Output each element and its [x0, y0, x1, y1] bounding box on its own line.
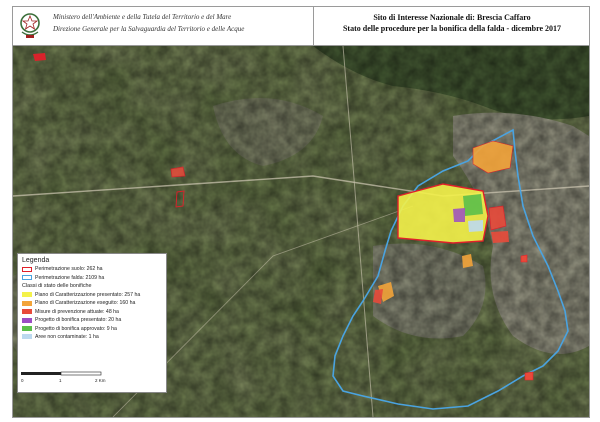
legend-swatch-characterization-executed [22, 300, 32, 306]
map-header: Ministero dell'Ambiente e della Tutela d… [13, 7, 589, 46]
scale-tick-2: 2 Km [95, 378, 106, 383]
legend-label-characterization-presented: Piano di Caratterizzazione presentato: 2… [35, 291, 141, 298]
legend-label-remediation-presented: Progetto di bonifica presentato: 20 ha [35, 317, 122, 324]
scale-segment-2 [60, 371, 102, 376]
legend-item-characterization-presented: Piano di Caratterizzazione presentato: 2… [18, 291, 166, 299]
legend-item-soil-perimeter: Perimetrazione suolo: 262 ha [18, 265, 166, 273]
ministry-line-1: Ministero dell'Ambiente e della Tutela d… [53, 13, 232, 21]
site-prevention-measures-b[interactable] [491, 231, 509, 243]
site-prevention-measures-a[interactable] [488, 205, 507, 231]
site-remediation-presented[interactable] [453, 208, 465, 222]
title-line-1: Sito di Interesse Nazionale di: Brescia … [373, 13, 531, 22]
legend-label-groundwater-perimeter: Perimetrazione falda: 2109 ha [35, 274, 105, 281]
map-frame: Ministero dell'Ambiente e della Tutela d… [12, 6, 590, 418]
scale-tick-1: 1 [59, 378, 62, 383]
legend-swatch-soil-perimeter [22, 266, 32, 272]
title-line-2: Stato delle procedure per la bonifica de… [342, 24, 562, 33]
soil-perimeter-patch-west-a[interactable] [170, 166, 186, 178]
legend-swatch-prevention-measures [22, 309, 32, 315]
site-remediation-approved[interactable] [463, 194, 483, 216]
legend-item-remediation-presented: Progetto di bonifica presentato: 20 ha [18, 316, 166, 324]
scale-bar: 0 1 2 Km [17, 366, 117, 388]
legend-title: Legenda [22, 257, 50, 264]
site-uncontaminated[interactable] [468, 220, 483, 232]
ministry-name: Ministero dell'Ambiente e della Tutela d… [53, 11, 293, 35]
header-divider [313, 7, 314, 45]
scale-tick-0: 0 [21, 378, 24, 383]
legend-swatch-uncontaminated [22, 334, 32, 340]
legend-label-uncontaminated: Aree non contaminate: 1 ha [35, 333, 99, 340]
ministry-line-2: Direzione Generale per la Salvaguardia d… [53, 25, 245, 33]
soil-perimeter-patch-northwest[interactable] [33, 53, 46, 61]
soil-perimeter-patch-east[interactable] [520, 254, 528, 263]
legend-swatch-groundwater-perimeter [22, 275, 32, 281]
legend-swatch-remediation-approved [22, 326, 32, 332]
italian-republic-emblem-icon [20, 13, 40, 38]
scale-segment-1 [21, 372, 61, 375]
legend-label-soil-perimeter: Perimetrazione suolo: 262 ha [35, 266, 103, 273]
legend-item-prevention-measures: Misure di prevenzione attuate: 48 ha [18, 308, 166, 316]
legend-swatch-remediation-presented [22, 317, 32, 323]
legend-label-remediation-approved: Progetto di bonifica approvato: 9 ha [35, 325, 117, 332]
legend-item-groundwater-perimeter: Perimetrazione falda: 2109 ha [18, 273, 166, 281]
soil-perimeter-patch-southeast[interactable] [524, 371, 534, 381]
legend-classes-title: Classi di stato delle bonifiche [22, 282, 92, 289]
legend-swatch-characterization-presented [22, 292, 32, 298]
legend-item-characterization-executed: Piano di Caratterizzazione eseguito: 160… [18, 299, 166, 307]
map-title: Sito di Interesse Nazionale di: Brescia … [315, 12, 589, 34]
scale-bar-graphic: 0 1 2 Km [21, 371, 106, 383]
satellite-map[interactable]: Legenda Perimetrazione suolo: 262 ha Per… [13, 46, 589, 417]
legend-item-remediation-approved: Progetto di bonifica approvato: 9 ha [18, 324, 166, 332]
legend-label-prevention-measures: Misure di prevenzione attuate: 48 ha [35, 308, 119, 315]
legend-item-uncontaminated: Aree non contaminate: 1 ha [18, 333, 166, 341]
legend-label-characterization-executed: Piano di Caratterizzazione eseguito: 160… [35, 300, 136, 307]
